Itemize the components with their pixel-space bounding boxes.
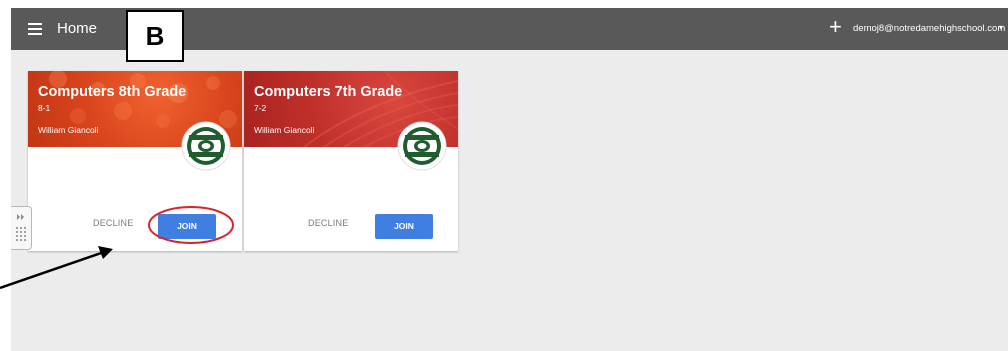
class-section: 7-2	[254, 103, 267, 113]
decline-button[interactable]: DECLINE	[308, 218, 348, 228]
side-panel-handle[interactable]	[11, 206, 32, 250]
join-button[interactable]: JOIN	[158, 214, 216, 239]
teacher-name: William Giancoli	[254, 125, 315, 135]
join-button[interactable]: JOIN	[375, 214, 433, 239]
teacher-avatar-lantern-icon	[397, 121, 447, 171]
class-card-computers-8th[interactable]: Computers 8th Grade 8-1 William Giancoli…	[28, 71, 242, 251]
account-email[interactable]: demoj8@notredamehighschool.com	[853, 23, 1005, 34]
expand-chevrons-icon	[16, 214, 26, 241]
page-title: Home	[57, 20, 98, 37]
classroom-app: Home + demoj8@notredamehighschool.com ▾ …	[11, 8, 1008, 351]
top-app-bar: Home + demoj8@notredamehighschool.com ▾	[11, 8, 1008, 50]
class-card-computers-7th[interactable]: Computers 7th Grade 7-2 William Giancoli…	[244, 71, 458, 251]
teacher-avatar-lantern-icon	[181, 121, 231, 171]
decline-button[interactable]: DECLINE	[93, 218, 133, 228]
hamburger-menu-icon[interactable]	[28, 23, 42, 35]
add-class-icon[interactable]: +	[829, 16, 842, 38]
teacher-name: William Giancoli	[38, 125, 99, 135]
class-section: 8-1	[38, 103, 51, 113]
class-title[interactable]: Computers 7th Grade	[254, 84, 402, 100]
class-title[interactable]: Computers 8th Grade	[38, 84, 186, 100]
account-dropdown-icon[interactable]: ▾	[999, 23, 1003, 32]
